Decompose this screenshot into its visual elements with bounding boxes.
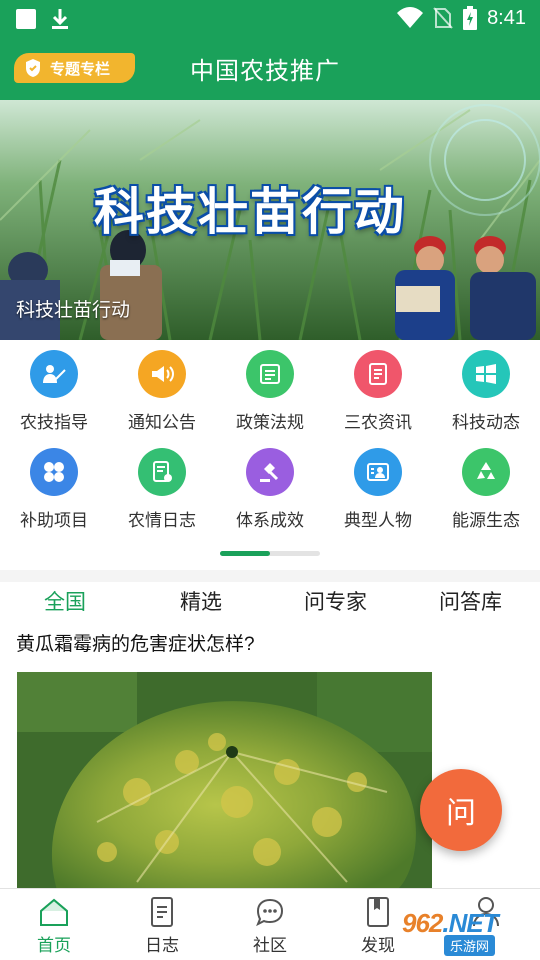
nav-label: 日志 — [145, 936, 179, 955]
status-bar: 8:41 — [0, 0, 540, 36]
status-time: 8:41 — [487, 6, 526, 29]
nav-home[interactable]: 首页 — [14, 895, 94, 956]
no-sim-icon — [433, 7, 453, 29]
banner-heading: 科技壮苗行动 — [94, 184, 406, 240]
log-icon — [138, 448, 186, 496]
special-column-label: 专题专栏 — [50, 60, 111, 78]
grid-item-label: 科技动态 — [452, 413, 520, 432]
feature-grid: 农技指导 通知公告 政策法规 三农资讯 科技动态 补助项目 农情日志 体系成效 … — [0, 340, 540, 570]
grid-item-label: 通知公告 — [128, 413, 196, 432]
grid-item-label: 农情日志 — [128, 511, 196, 530]
watermark-text: 乐游网 — [444, 935, 496, 956]
notification-square-icon — [16, 9, 36, 29]
page-indicator-fill — [220, 551, 270, 556]
special-column-button[interactable]: 专题专栏 — [14, 53, 135, 83]
grid-item-label: 能源生态 — [452, 511, 520, 530]
question-image[interactable] — [17, 672, 432, 890]
nav-journal[interactable]: 日志 — [122, 895, 202, 956]
page-title: 中国农技推广 — [190, 58, 340, 85]
news-icon — [354, 350, 402, 398]
home-icon — [40, 898, 68, 926]
grid-item-news[interactable]: 三农资讯 — [324, 350, 432, 433]
tab-nationwide[interactable]: 全国 — [44, 586, 86, 616]
grid-item-label: 农技指导 — [20, 413, 88, 432]
grid-item-achievements[interactable]: 体系成效 — [216, 448, 324, 531]
chat-icon — [256, 898, 284, 927]
grid-item-label: 体系成效 — [236, 511, 304, 530]
banner-carousel[interactable]: 科技壮苗行动 科技壮苗行动 — [0, 100, 540, 340]
nav-label: 社区 — [253, 936, 287, 955]
apps-icon — [30, 448, 78, 496]
site-watermark: 962.NET 乐游网 — [400, 908, 540, 960]
discover-icon — [367, 897, 389, 927]
journal-icon — [151, 897, 173, 927]
wifi-icon — [397, 7, 424, 28]
battery-charging-icon — [463, 6, 478, 30]
app-screen: 8:41 专题专栏 中国农技推广 科技壮苗行动 科技壮苗行动 农技指导 通知公告… — [0, 0, 540, 960]
download-icon — [52, 9, 68, 29]
nav-community[interactable]: 社区 — [230, 895, 310, 956]
teacher-icon — [30, 350, 78, 398]
tab-featured[interactable]: 精选 — [180, 586, 222, 616]
grid-item-label: 典型人物 — [344, 511, 412, 530]
speaker-icon — [138, 350, 186, 398]
watermark-number: 962 — [402, 908, 443, 938]
tab-qa-library[interactable]: 问答库 — [439, 586, 502, 616]
grid-item-agri-guidance[interactable]: 农技指导 — [0, 350, 108, 433]
grid-item-role-models[interactable]: 典型人物 — [324, 448, 432, 531]
question-title[interactable]: 黄瓜霜霉病的危害症状怎样? — [16, 629, 255, 656]
person-card-icon — [354, 448, 402, 496]
book-icon — [246, 350, 294, 398]
grid-item-notices[interactable]: 通知公告 — [108, 350, 216, 433]
grid-item-farm-log[interactable]: 农情日志 — [108, 448, 216, 531]
recycle-icon — [462, 448, 510, 496]
grid-item-policies[interactable]: 政策法规 — [216, 350, 324, 433]
grid-item-tech-news[interactable]: 科技动态 — [432, 350, 540, 433]
windows-icon — [462, 350, 510, 398]
cucumber-leaf-image — [17, 672, 432, 890]
ask-question-button[interactable]: 问 — [420, 769, 502, 851]
category-tabs: 全国 精选 问专家 问答库 — [0, 582, 540, 622]
section-divider — [0, 570, 540, 582]
grid-item-label: 补助项目 — [20, 511, 88, 530]
banner-caption: 科技壮苗行动 — [16, 300, 131, 321]
grid-item-subsidies[interactable]: 补助项目 — [0, 448, 108, 531]
grid-page-indicator — [220, 551, 320, 556]
shield-icon — [26, 59, 40, 77]
app-bar: 专题专栏 中国农技推广 — [0, 36, 540, 100]
watermark-suffix: .NET — [442, 908, 498, 938]
grid-item-label: 三农资讯 — [344, 413, 412, 432]
gavel-icon — [246, 448, 294, 496]
grid-item-label: 政策法规 — [236, 413, 304, 432]
nav-label: 首页 — [37, 936, 71, 955]
grid-item-energy-ecology[interactable]: 能源生态 — [432, 448, 540, 531]
tab-ask-expert[interactable]: 问专家 — [304, 586, 367, 616]
